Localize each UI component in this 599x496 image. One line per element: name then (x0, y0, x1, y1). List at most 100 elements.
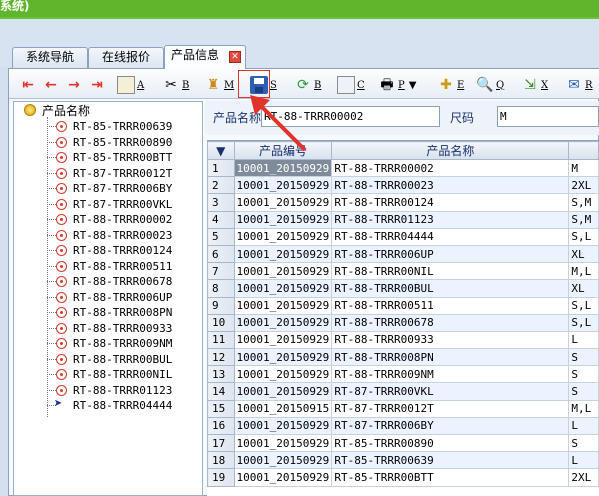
row-number[interactable]: 10 (207, 313, 235, 332)
row-number[interactable]: 16 (207, 416, 235, 436)
search-button[interactable]: 🔍 Q (476, 75, 504, 95)
tree-item[interactable]: RT-88-TRRR00NIL (47, 367, 172, 382)
tree-item[interactable]: RT-88-TRRR008PN (47, 305, 172, 320)
cell-product-name[interactable]: RT-88-TRRR006UP (331, 244, 570, 264)
cell-product-code[interactable]: 10001_20150929 (233, 451, 333, 470)
cut-button[interactable]: ✂ B (162, 75, 189, 95)
cell-product-name[interactable]: RT-85-TRRR00BTT (331, 468, 570, 487)
table-row[interactable]: 9 10001_20150929 RT-88-TRRR00511 S,L (207, 296, 599, 315)
table-row[interactable]: 16 10001_20150929 RT-87-TRRR006BY L (207, 416, 599, 436)
prev-record-button[interactable]: ← (42, 75, 60, 95)
column-header-product-name[interactable]: 产品名称 (331, 141, 570, 160)
tab-system-nav[interactable]: 系统导航 (12, 47, 88, 68)
cell-product-name[interactable]: RT-88-TRRR00511 (331, 296, 570, 315)
table-row[interactable]: 11 10001_20150929 RT-88-TRRR00933 L (207, 330, 599, 350)
cell-product-code[interactable]: 10001_20150929 (233, 262, 333, 281)
table-row[interactable]: 5 10001_20150929 RT-88-TRRR04444 S,L (207, 227, 599, 246)
table-row[interactable]: 8 10001_20150929 RT-88-TRRR00BUL XL (207, 279, 599, 298)
chevron-down-icon[interactable]: ▼ (409, 80, 417, 91)
tree-item[interactable]: RT-87-TRRR00VKL (47, 197, 172, 212)
cell-size[interactable]: S (568, 365, 599, 384)
table-row[interactable]: 12 10001_20150929 RT-88-TRRR008PN S (207, 348, 599, 367)
cell-size[interactable]: XL (568, 279, 599, 298)
cell-size[interactable]: L (568, 330, 599, 350)
last-record-button[interactable]: ⇥ (88, 75, 106, 95)
cell-size[interactable]: S,M (568, 193, 599, 212)
tab-product-info[interactable]: 产品信息 ✕ (164, 45, 246, 69)
row-number[interactable]: 5 (207, 227, 235, 246)
cell-product-code[interactable]: 10001_20150929 (233, 468, 333, 487)
cell-product-name[interactable]: RT-87-TRRR0012T (331, 399, 570, 418)
cell-product-name[interactable]: RT-88-TRRR00NIL (331, 262, 570, 281)
row-number[interactable]: 6 (207, 244, 235, 264)
row-number[interactable]: 8 (207, 279, 235, 298)
cell-product-code[interactable]: 10001_20150929 (233, 193, 333, 212)
row-number[interactable]: 19 (207, 468, 235, 487)
export-button[interactable]: ⇲ X (521, 75, 548, 95)
cell-product-name[interactable]: RT-88-TRRR008PN (331, 348, 570, 367)
table-row[interactable]: 10 10001_20150929 RT-88-TRRR00678 S,L (207, 313, 599, 332)
cell-product-name[interactable]: RT-88-TRRR04444 (331, 227, 570, 246)
add-button[interactable]: A (117, 75, 144, 95)
close-icon[interactable]: ✕ (229, 51, 241, 63)
table-row[interactable]: 13 10001_20150929 RT-88-TRRR009NM S (207, 365, 599, 384)
table-row[interactable]: 14 10001_20150929 RT-87-TRRR00VKL S (207, 382, 599, 401)
cell-product-code[interactable]: 10001_20150929 (233, 176, 333, 195)
table-row[interactable]: 7 10001_20150929 RT-88-TRRR00NIL M,L (207, 262, 599, 281)
cell-product-code[interactable]: 10001_20150915 (233, 399, 333, 418)
cell-product-code[interactable]: 10001_20150929 (233, 210, 333, 229)
cell-product-name[interactable]: RT-88-TRRR00023 (331, 176, 570, 195)
copy-button[interactable]: C (337, 75, 365, 95)
row-number[interactable]: 1 (207, 158, 235, 178)
cell-size[interactable]: S,L (568, 313, 599, 332)
size-input[interactable]: M (497, 106, 599, 127)
row-number[interactable]: 3 (207, 193, 235, 212)
row-number[interactable]: 18 (207, 451, 235, 470)
table-row[interactable]: 18 10001_20150929 RT-85-TRRR00639 L (207, 451, 599, 470)
cell-product-name[interactable]: RT-88-TRRR00124 (331, 193, 570, 212)
cell-size[interactable]: S,L (568, 227, 599, 246)
cell-size[interactable]: M,L (568, 399, 599, 418)
cell-size[interactable]: 2XL (568, 468, 599, 487)
cell-product-code[interactable]: 10001_20150929 (233, 365, 333, 384)
tab-online-quote[interactable]: 在线报价 (88, 47, 164, 68)
table-row[interactable]: 1 10001_20150929 RT-88-TRRR00002 M (207, 158, 599, 178)
cell-size[interactable]: M,L (568, 262, 599, 281)
refresh-button[interactable]: ⟳ B (294, 75, 321, 95)
table-row[interactable]: 17 10001_20150929 RT-85-TRRR00890 S (207, 433, 599, 453)
cell-product-name[interactable]: RT-85-TRRR00639 (331, 451, 570, 470)
row-number[interactable]: 2 (207, 176, 235, 195)
cell-product-code[interactable]: 10001_20150929 (233, 313, 333, 332)
tree-item[interactable]: RT-88-TRRR00933 (47, 321, 172, 336)
table-row[interactable]: 3 10001_20150929 RT-88-TRRR00124 S,M (207, 193, 599, 212)
table-row[interactable]: 6 10001_20150929 RT-88-TRRR006UP XL (207, 244, 599, 264)
tree-item[interactable]: RT-88-TRRR00678 (47, 274, 172, 289)
tree-item[interactable]: RT-88-TRRR00511 (47, 259, 172, 274)
row-number[interactable]: 9 (207, 296, 235, 315)
table-row[interactable]: 15 10001_20150915 RT-87-TRRR0012T M,L (207, 399, 599, 418)
cell-size[interactable]: L (568, 451, 599, 470)
cell-product-code[interactable]: 10001_20150929 (233, 227, 333, 246)
row-number[interactable]: 11 (207, 330, 235, 350)
cell-product-code[interactable]: 10001_20150929 (233, 433, 333, 453)
table-row[interactable]: 2 10001_20150929 RT-88-TRRR00023 2XL (207, 176, 599, 195)
column-header-size[interactable] (568, 141, 599, 160)
cell-product-code[interactable]: 10001_20150929 (233, 348, 333, 367)
tree-item[interactable]: RT-88-TRRR00002 (47, 212, 172, 227)
row-number[interactable]: 15 (207, 399, 235, 418)
cell-size[interactable]: L (568, 416, 599, 436)
cell-product-code[interactable]: 10001_20150929 (233, 244, 333, 264)
row-number[interactable]: 7 (207, 262, 235, 281)
cell-product-name[interactable]: RT-87-TRRR006BY (331, 416, 570, 436)
cell-product-code[interactable]: 10001_20150929 (233, 279, 333, 298)
row-selector-header[interactable]: ▼ (207, 141, 235, 160)
tree-item[interactable]: RT-85-TRRR00890 (47, 135, 172, 150)
first-record-button[interactable]: ⇤ (19, 75, 37, 95)
cell-product-name[interactable]: RT-88-TRRR00002 (331, 158, 570, 178)
cell-product-name[interactable]: RT-87-TRRR00VKL (331, 382, 570, 401)
tree-item[interactable]: RT-88-TRRR00023 (47, 228, 172, 243)
cell-size[interactable]: 2XL (568, 176, 599, 195)
cell-product-name[interactable]: RT-88-TRRR00678 (331, 313, 570, 332)
next-record-button[interactable]: → (65, 75, 83, 95)
cell-product-code[interactable]: 10001_20150929 (233, 330, 333, 350)
